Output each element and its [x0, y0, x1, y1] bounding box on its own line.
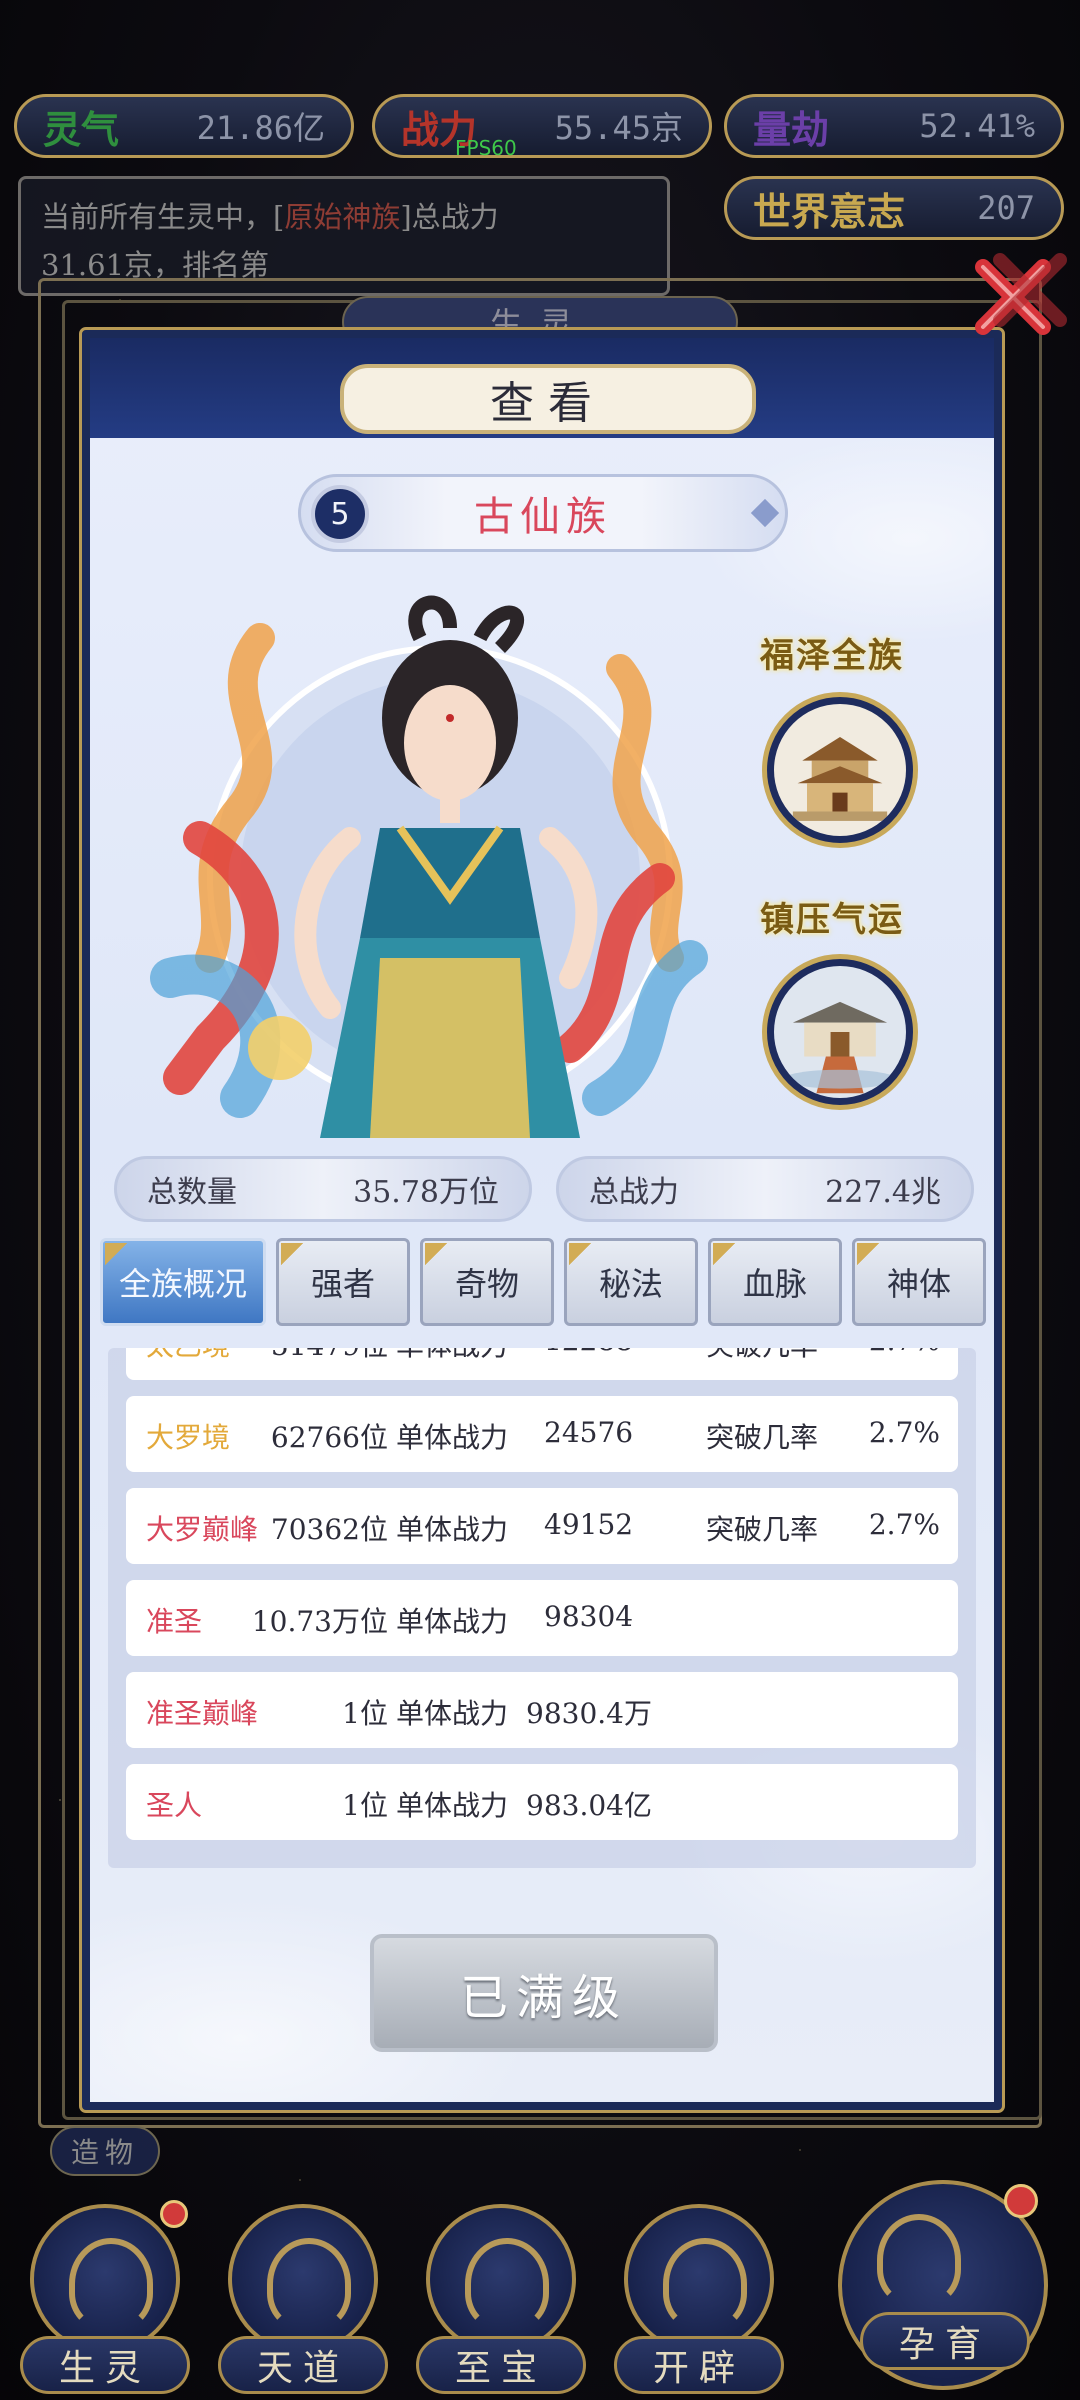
- table-row: 圣人 1位 单体战力 983.04亿: [126, 1764, 958, 1840]
- stat-lingqi[interactable]: 灵气 21.86亿: [14, 94, 354, 158]
- side-tab-creation[interactable]: 造物: [50, 2126, 160, 2176]
- notice-prefix: 当前所有生灵中，[: [41, 200, 285, 234]
- breakthrough-rate: 2.7%: [868, 1508, 940, 1541]
- power-label: 单体战力: [396, 1348, 508, 1364]
- realm-list[interactable]: 太乙境 51479位 单体战力 12288 突破几率 2.7% 大罗境 6276…: [108, 1348, 976, 1868]
- realm-name: 太乙境: [146, 1348, 230, 1364]
- realm-count: 62766位: [270, 1421, 388, 1454]
- breakthrough-label: 突破几率: [706, 1421, 819, 1454]
- power-label: 单体战力: [396, 1513, 509, 1546]
- notice-suffix: ]总战力: [400, 200, 499, 234]
- creation-emblem-icon: [624, 2204, 774, 2354]
- nav-heavenly-dao[interactable]: 天道: [218, 2204, 388, 2394]
- tab-divine-body[interactable]: 神体: [852, 1238, 986, 1326]
- race-name: 古仙族: [474, 494, 612, 540]
- breakthrough-label: 突破几率: [706, 1513, 819, 1546]
- realm-power: 98304: [544, 1600, 634, 1633]
- next-race-arrow-icon[interactable]: [750, 498, 780, 528]
- bottom-navigation: 生灵 天道 至宝 开辟 孕育: [0, 2180, 1080, 2400]
- tab-treasures[interactable]: 奇物: [420, 1238, 554, 1326]
- notice-line2: 31.61京，排名第: [41, 248, 270, 282]
- power-label: 单体战力: [396, 1605, 509, 1638]
- notification-dot: [1004, 2184, 1038, 2218]
- race-level-badge: 5: [311, 485, 369, 543]
- treasure-emblem-icon: [426, 2204, 576, 2354]
- breakthrough-rate: 2.7%: [869, 1348, 940, 1357]
- table-row: 准圣巅峰 1位 单体战力 9830.4万: [126, 1672, 958, 1748]
- buff-label-blessing: 福泽全族: [760, 636, 904, 676]
- stat-label: 灵气: [43, 106, 120, 152]
- realm-name: 圣人: [146, 1789, 203, 1822]
- table-row: 准圣 10.73万位 单体战力 98304: [126, 1580, 958, 1656]
- temple-icon: [774, 966, 906, 1098]
- realm-count: 1位: [342, 1697, 388, 1730]
- fps-counter: FPS60: [455, 136, 517, 160]
- breakthrough-rate: 2.7%: [868, 1416, 940, 1449]
- tab-champions[interactable]: 强者: [276, 1238, 410, 1326]
- realm-count: 10.73万位: [251, 1605, 388, 1638]
- stat-world-will[interactable]: 世界意志 207: [724, 176, 1064, 240]
- realm-count: 70362位: [270, 1513, 388, 1546]
- power-label: 单体战力: [396, 1789, 509, 1822]
- realm-power: 9830.4万: [526, 1697, 652, 1730]
- max-level-button[interactable]: 已满级: [370, 1934, 718, 2052]
- total-value: 227.4兆: [825, 1175, 941, 1210]
- panel-title: 查看: [340, 364, 756, 434]
- stat-zhanli[interactable]: 战力 55.45京: [372, 94, 712, 158]
- nav-label: 生灵: [20, 2336, 190, 2394]
- creature-emblem-icon: [30, 2204, 180, 2354]
- nav-label: 孕育: [860, 2312, 1030, 2370]
- stat-label: 量劫: [753, 106, 830, 152]
- total-label: 总数量: [147, 1175, 237, 1210]
- notice-highlight: 原始神族: [284, 200, 401, 234]
- realm-count: 1位: [342, 1789, 388, 1822]
- table-row: 大罗巅峰 70362位 单体战力 49152 突破几率 2.7%: [126, 1488, 958, 1564]
- power-label: 单体战力: [396, 1697, 509, 1730]
- total-label: 总战力: [589, 1175, 679, 1210]
- buff-blessing[interactable]: [762, 692, 918, 848]
- total-population: 总数量 35.78万位: [114, 1156, 532, 1222]
- power-label: 单体战力: [396, 1421, 509, 1454]
- buff-label-fortune: 镇压气运: [760, 900, 904, 940]
- tab-secret-arts[interactable]: 秘法: [564, 1238, 698, 1326]
- pagoda-icon: [774, 704, 906, 836]
- stat-value: 207: [977, 189, 1035, 227]
- realm-power: 49152: [544, 1508, 634, 1541]
- notification-dot: [160, 2200, 188, 2228]
- realm-name: 准圣: [146, 1605, 203, 1638]
- table-row: 太乙境 51479位 单体战力 12288 突破几率 2.7%: [126, 1348, 958, 1380]
- realm-power: 12288: [544, 1348, 633, 1357]
- dao-emblem-icon: [228, 2204, 378, 2354]
- buff-fortune[interactable]: [762, 954, 918, 1110]
- category-tabs: 全族概况 强者 奇物 秘法 血脉 神体: [100, 1238, 986, 1328]
- realm-name: 准圣巅峰: [146, 1697, 259, 1730]
- tab-overview[interactable]: 全族概况: [100, 1238, 266, 1326]
- stat-value: 52.41%: [919, 107, 1035, 145]
- stat-value: 21.86亿: [196, 109, 325, 147]
- tab-bloodline[interactable]: 血脉: [708, 1238, 842, 1326]
- realm-power: 24576: [544, 1416, 634, 1449]
- back-close-icon: [993, 253, 1067, 327]
- stat-label: 世界意志: [753, 188, 906, 234]
- breakthrough-label: 突破几率: [706, 1348, 818, 1364]
- realm-name: 大罗巅峰: [146, 1513, 259, 1546]
- stat-value: 55.45京: [554, 109, 683, 147]
- race-selector[interactable]: 5 古仙族: [298, 474, 788, 552]
- total-power: 总战力 227.4兆: [556, 1156, 974, 1222]
- nav-creatures[interactable]: 生灵: [20, 2204, 190, 2394]
- realm-count: 51479位: [271, 1348, 388, 1364]
- nav-label: 至宝: [416, 2336, 586, 2394]
- nav-label: 开辟: [614, 2336, 784, 2394]
- nav-treasures[interactable]: 至宝: [416, 2204, 586, 2394]
- race-detail-panel: 查看 5 古仙族 福泽全族 镇压气运 总数量 35.78万位 总战力 227.4…: [79, 327, 1005, 2113]
- race-portrait-illustration: [150, 595, 708, 1138]
- table-row: 大罗境 62766位 单体战力 24576 突破几率 2.7%: [126, 1396, 958, 1472]
- nav-nurture[interactable]: 孕育: [830, 2180, 1060, 2390]
- nav-label: 天道: [218, 2336, 388, 2394]
- realm-power: 983.04亿: [526, 1789, 652, 1822]
- total-value: 35.78万位: [353, 1175, 499, 1210]
- stat-liangjie[interactable]: 量劫 52.41%: [724, 94, 1064, 158]
- nav-creation[interactable]: 开辟: [614, 2204, 784, 2394]
- realm-name: 大罗境: [146, 1421, 231, 1454]
